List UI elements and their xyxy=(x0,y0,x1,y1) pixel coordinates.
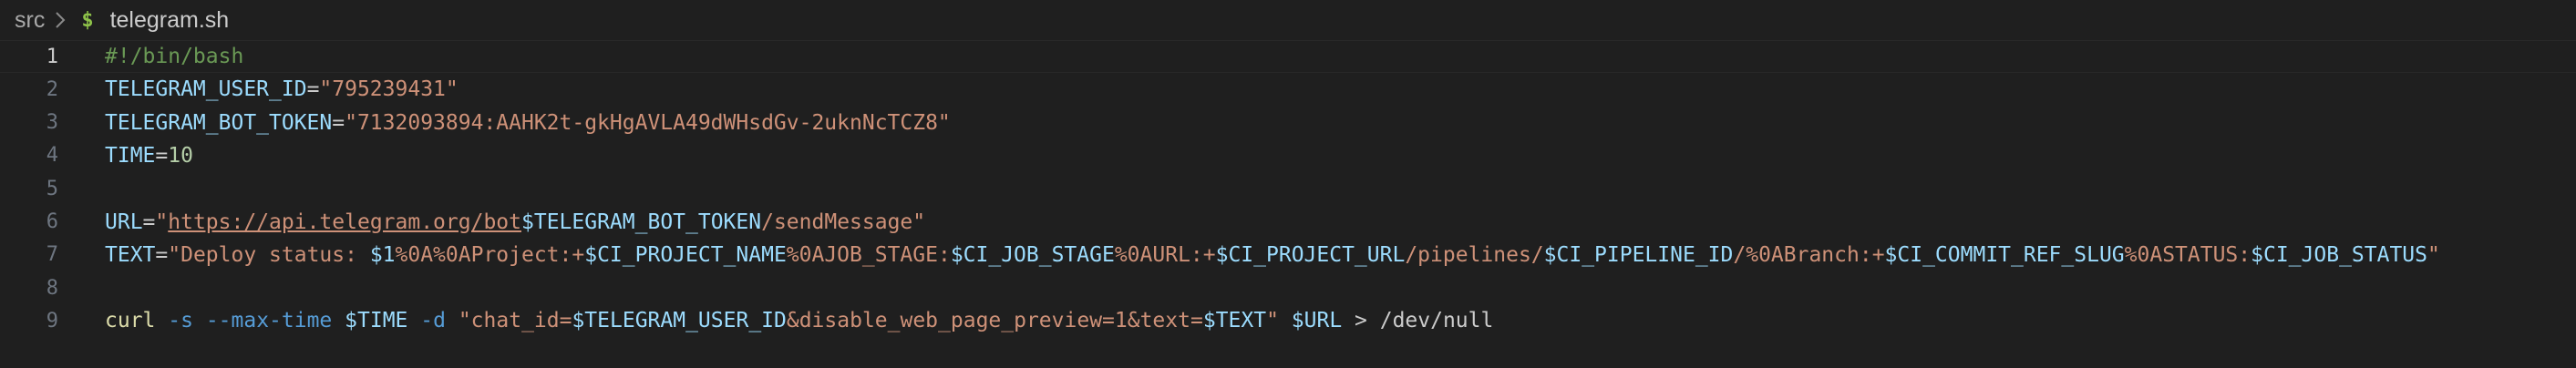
code-text: #!/bin/bash xyxy=(105,45,243,68)
line-number: 8 xyxy=(46,276,58,300)
code-token: = xyxy=(155,143,169,168)
code-token: curl xyxy=(105,309,156,333)
code-token: = xyxy=(155,242,169,267)
code-token: %0A%0AProject:+ xyxy=(395,242,585,267)
code-token: URL xyxy=(105,210,143,234)
line-number: 9 xyxy=(46,309,58,332)
line-number: 3 xyxy=(46,111,58,135)
line-number: 7 xyxy=(46,243,58,267)
line-number: 6 xyxy=(46,210,58,233)
code-token: %0ASTATUS: xyxy=(2124,242,2251,267)
code-token: -d xyxy=(420,309,446,333)
code-text: TELEGRAM_USER_ID="795239431" xyxy=(105,77,459,101)
code-line[interactable]: 8 xyxy=(0,271,2576,304)
code-token: /%0ABranch:+ xyxy=(1733,242,1885,267)
chevron-right-icon xyxy=(54,10,67,30)
code-token: = xyxy=(332,110,345,135)
code-token: --max-time xyxy=(205,309,333,333)
code-token: $TELEGRAM_BOT_TOKEN xyxy=(521,210,762,234)
line-number: 5 xyxy=(46,177,58,200)
line-number: 4 xyxy=(46,144,58,168)
code-token: $CI_PROJECT_NAME xyxy=(584,242,787,267)
code-editor[interactable]: 1 #!/bin/bash 2 TELEGRAM_USER_ID="795239431… xyxy=(0,40,2576,368)
code-token: "chat_id= xyxy=(458,309,572,333)
code-token: $CI_COMMIT_REF_SLUG xyxy=(1884,242,2125,267)
code-token: 10 xyxy=(168,143,193,168)
shell-file-icon: $ xyxy=(81,8,94,32)
code-token: $TEXT xyxy=(1202,309,1267,333)
code-token: $1 xyxy=(369,242,396,267)
breadcrumb-folder[interactable]: src xyxy=(15,7,45,34)
code-token: $URL xyxy=(1291,309,1343,333)
code-line[interactable]: 5 xyxy=(0,172,2576,205)
code-text: TEXT="Deploy status: $1%0A%0AProject:+$C… xyxy=(105,243,2440,267)
code-text: TIME=10 xyxy=(105,144,193,168)
code-token: &disable_web_page_preview=1&text= xyxy=(786,309,1203,333)
code-token: /sendMessage" xyxy=(761,210,926,234)
code-token: TELEGRAM_USER_ID xyxy=(105,77,307,102)
code-token: "7132093894:AAHK2t-gkHgAVLA49dWHsdGv-2uk… xyxy=(345,110,951,135)
code-token: TELEGRAM_BOT_TOKEN xyxy=(105,110,333,135)
code-line[interactable]: 6 URL="https://api.telegram.org/bot$TELEG… xyxy=(0,206,2576,239)
code-token: " xyxy=(155,210,169,234)
code-line[interactable]: 7 TEXT="Deploy status: $1%0A%0AProject:+$… xyxy=(0,239,2576,271)
code-token: "795239431" xyxy=(319,77,459,102)
code-token: TIME xyxy=(105,143,156,168)
code-token: https://api.telegram.org/bot xyxy=(168,210,521,234)
code-token: " xyxy=(2427,242,2440,267)
code-token: $CI_JOB_STAGE xyxy=(950,242,1115,267)
code-line[interactable]: 1 #!/bin/bash xyxy=(0,40,2576,73)
code-line[interactable]: 4 TIME=10 xyxy=(0,139,2576,172)
code-token: $TIME xyxy=(345,309,408,333)
breadcrumb: src $ telegram.sh xyxy=(0,0,2576,40)
line-number: 2 xyxy=(46,77,58,101)
code-line[interactable]: 9 curl -s --max-time $TIME -d "chat_id=$T… xyxy=(0,304,2576,337)
code-line[interactable]: 2 TELEGRAM_USER_ID="795239431" xyxy=(0,73,2576,106)
code-token: %0AJOB_STAGE: xyxy=(786,242,951,267)
code-token: > /dev/null xyxy=(1342,309,1494,333)
code-token: "Deploy status: xyxy=(168,242,370,267)
code-text: curl -s --max-time $TIME -d "chat_id=$TE… xyxy=(105,309,1493,332)
code-text: URL="https://api.telegram.org/bot$TELEGR… xyxy=(105,210,925,234)
code-token: = xyxy=(306,77,320,102)
code-token: $TELEGRAM_USER_ID xyxy=(572,309,787,333)
code-token: " xyxy=(1266,309,1279,333)
line-number: 1 xyxy=(46,45,58,68)
breadcrumb-file[interactable]: telegram.sh xyxy=(110,7,230,34)
code-token: /pipelines/ xyxy=(1405,242,1544,267)
code-token: $CI_PIPELINE_ID xyxy=(1543,242,1734,267)
code-line[interactable]: 3 TELEGRAM_BOT_TOKEN="7132093894:AAHK2t-g… xyxy=(0,107,2576,139)
code-token: = xyxy=(142,210,156,234)
code-token: -s xyxy=(168,309,193,333)
code-token: $CI_PROJECT_URL xyxy=(1215,242,1406,267)
code-token: %0AURL:+ xyxy=(1114,242,1216,267)
code-text: TELEGRAM_BOT_TOKEN="7132093894:AAHK2t-gk… xyxy=(105,111,951,135)
code-token: TEXT xyxy=(105,242,156,267)
code-token: $CI_JOB_STATUS xyxy=(2251,242,2428,267)
code-token: #!/bin/bash xyxy=(105,45,244,68)
